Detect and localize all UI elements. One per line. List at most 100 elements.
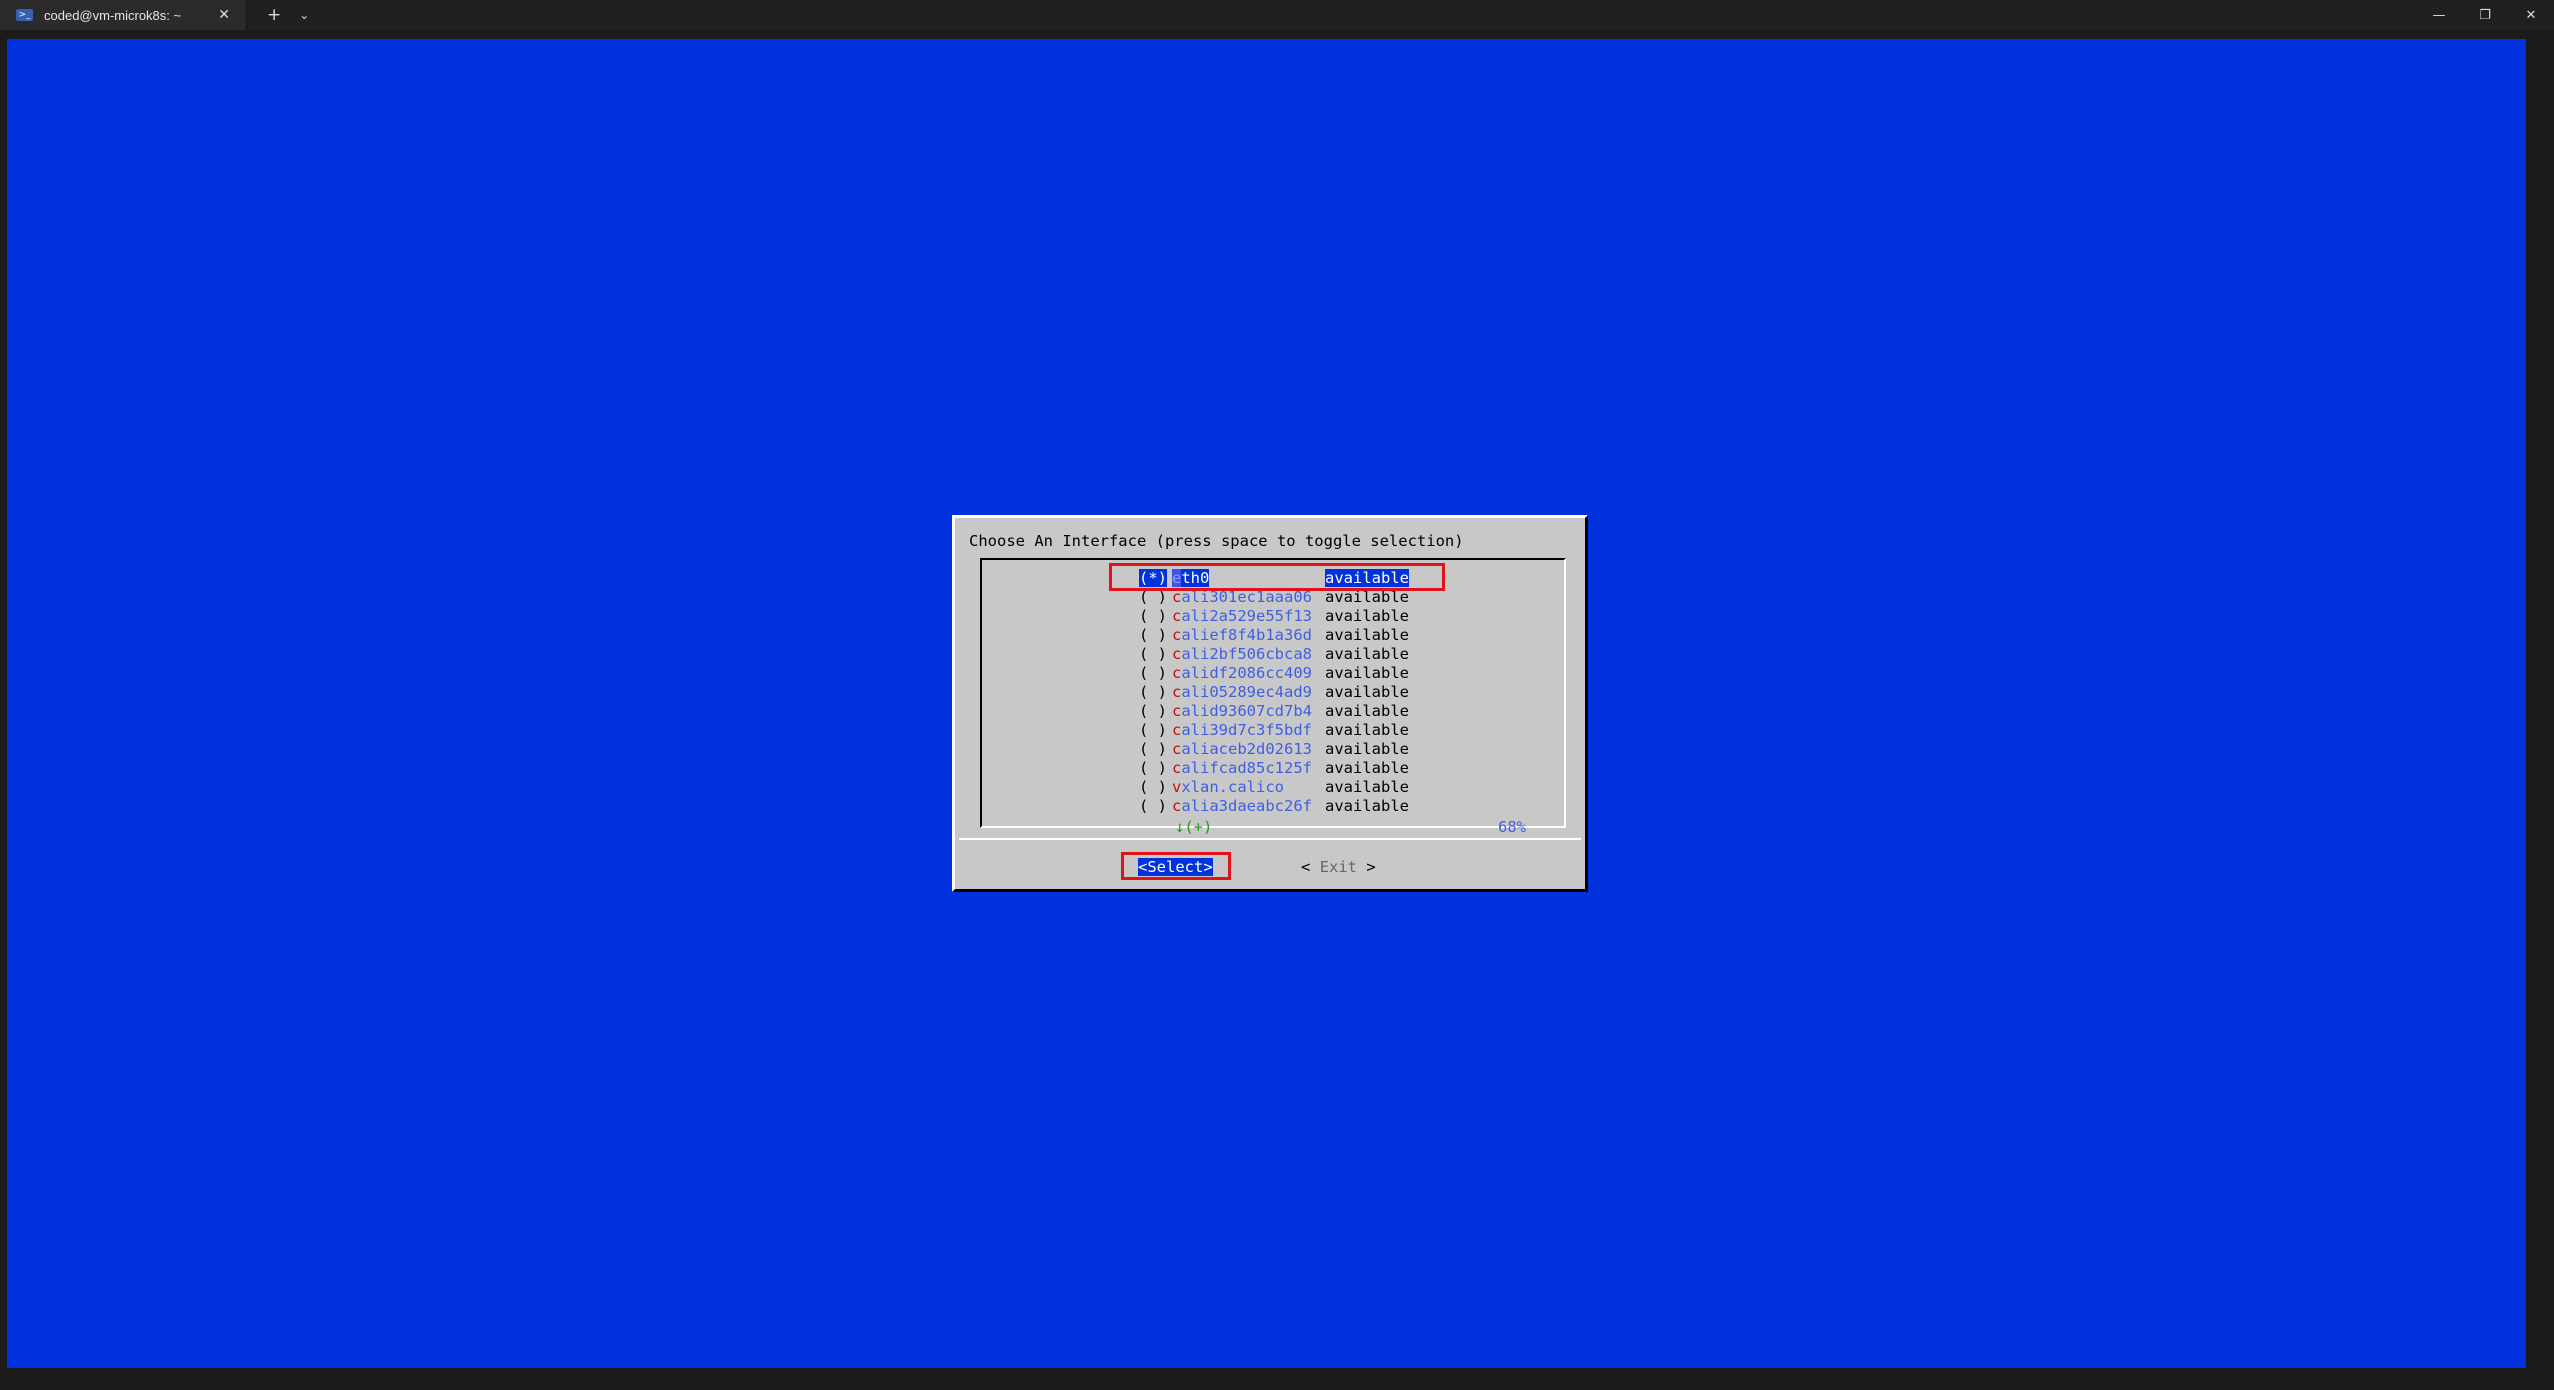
interface-row[interactable]: ( ) cali301ec1aaa06 available [982,588,1562,607]
interface-row[interactable]: ( ) caliaceb2d02613 available [982,740,1562,759]
interface-status: available [1325,645,1409,663]
hotkey-letter: c [1172,626,1182,644]
interface-row[interactable]: ( ) calief8f4b1a36d available [982,626,1562,645]
radio-button[interactable]: ( ) [1139,607,1167,625]
radio-button[interactable]: ( ) [1139,645,1167,663]
terminal-tab[interactable]: >_ coded@vm-microk8s: ~ ✕ [0,0,247,30]
interface-name-rest: ali301ec1aaa06 [1181,588,1312,606]
interface-row[interactable]: ( ) califcad85c125f available [982,759,1562,778]
interface-status: available [1325,569,1409,587]
hotkey-letter: c [1172,645,1182,663]
window-titlebar: >_ coded@vm-microk8s: ~ ✕ + ⌄ — ❐ ✕ [0,0,2554,30]
interface-status: available [1325,683,1409,701]
hotkey-letter: c [1172,607,1182,625]
interface-row[interactable]: ( ) cali2bf506cbca8 available [982,645,1562,664]
interface-name-rest: alia3daeabc26f [1181,797,1312,815]
hotkey-letter: e [1172,569,1182,587]
hotkey-letter: c [1172,759,1182,777]
radio-button[interactable]: ( ) [1139,683,1167,701]
radio-button[interactable]: ( ) [1139,740,1167,758]
interface-status: available [1325,702,1409,720]
radio-button[interactable]: ( ) [1139,778,1167,796]
tab-close-icon[interactable]: ✕ [218,7,230,23]
interface-row[interactable]: ( ) cali05289ec4ad9 available [982,683,1562,702]
interface-row[interactable]: ( ) cali2a529e55f13 available [982,607,1562,626]
interface-status: available [1325,740,1409,758]
interface-row[interactable]: ( ) calia3daeabc26f available [982,797,1562,816]
exit-button[interactable]: < Exit > [1301,858,1376,876]
hotkey-letter: c [1172,740,1182,758]
radio-button[interactable]: ( ) [1139,797,1167,815]
interface-name: calidf2086cc409 [1172,664,1312,682]
interface-status: available [1325,759,1409,777]
radio-button[interactable]: (*) [1139,569,1167,587]
terminal-icon: >_ [16,9,33,21]
minimize-icon[interactable]: — [2416,0,2462,30]
interface-row[interactable]: (*) eth0 available [982,569,1562,588]
interface-name: caliaceb2d02613 [1172,740,1312,758]
radio-button[interactable]: ( ) [1139,664,1167,682]
interface-dialog: Choose An Interface (press space to togg… [952,515,1588,892]
radio-button[interactable]: ( ) [1139,702,1167,720]
tab-title: coded@vm-microk8s: ~ [44,7,182,23]
hotkey-letter: c [1172,664,1182,682]
restore-icon[interactable]: ❐ [2462,0,2508,30]
hotkey-letter: c [1172,721,1182,739]
hotkey-letter: c [1172,702,1182,720]
interface-name-rest: ali39d7c3f5bdf [1181,721,1312,739]
interface-name: calia3daeabc26f [1172,797,1312,815]
interface-status: available [1325,664,1409,682]
interface-status: available [1325,626,1409,644]
new-tab-icon[interactable]: + [267,5,281,25]
interface-row[interactable]: ( ) calidf2086cc409 available [982,664,1562,683]
hotkey-letter: v [1172,778,1182,796]
select-button[interactable]: <Select> [1138,858,1213,876]
interface-name: calief8f4b1a36d [1172,626,1312,644]
interface-name: vxlan.calico [1172,778,1284,796]
interface-status: available [1325,588,1409,606]
interface-name: eth0 [1172,569,1210,587]
radio-button[interactable]: ( ) [1139,759,1167,777]
interface-name: cali301ec1aaa06 [1172,588,1312,606]
interface-name-rest: ali2bf506cbca8 [1181,645,1312,663]
interface-name-rest: xlan.calico [1181,778,1284,796]
hotkey-letter: c [1172,588,1182,606]
interface-name-rest: th0 [1181,569,1210,587]
interface-name-rest: alid93607cd7b4 [1181,702,1312,720]
interface-name: califcad85c125f [1172,759,1312,777]
interface-name: cali2a529e55f13 [1172,607,1312,625]
dialog-prompt: Choose An Interface (press space to togg… [969,532,1464,550]
exit-bracket-left: < [1301,858,1311,876]
interface-name-rest: ali2a529e55f13 [1181,607,1312,625]
scroll-percent: 68% [1498,818,1526,836]
dialog-buttons: <Select> < Exit > [955,852,1585,880]
interface-name-rest: aliaceb2d02613 [1181,740,1312,758]
interface-row[interactable]: ( ) calid93607cd7b4 available [982,702,1562,721]
interface-row[interactable]: ( ) cali39d7c3f5bdf available [982,721,1562,740]
dialog-separator [959,838,1581,840]
window-controls: — ❐ ✕ [2416,0,2554,30]
interface-name: cali2bf506cbca8 [1172,645,1312,663]
interface-name-rest: alief8f4b1a36d [1181,626,1312,644]
interface-name: calid93607cd7b4 [1172,702,1312,720]
interface-name: cali05289ec4ad9 [1172,683,1312,701]
terminal-area[interactable]: Choose An Interface (press space to togg… [7,39,2526,1368]
interface-list[interactable]: ( ) calia3daeabc26f available( ) vxlan.cali… [980,558,1566,836]
radio-button[interactable]: ( ) [1139,588,1167,606]
radio-button[interactable]: ( ) [1139,626,1167,644]
exit-button-label: Exit [1319,858,1358,876]
interface-name-rest: alifcad85c125f [1181,759,1312,777]
interface-name: cali39d7c3f5bdf [1172,721,1312,739]
more-indicator: ↓(+) [1175,818,1213,836]
radio-button[interactable]: ( ) [1139,721,1167,739]
exit-bracket-right: > [1366,858,1376,876]
interface-row[interactable]: ( ) vxlan.calico available [982,778,1562,797]
interface-status: available [1325,797,1409,815]
window-close-icon[interactable]: ✕ [2508,0,2554,30]
interface-status: available [1325,721,1409,739]
interface-status: available [1325,607,1409,625]
interface-status: available [1325,778,1409,796]
hotkey-letter: c [1172,683,1182,701]
chevron-down-icon[interactable]: ⌄ [299,8,309,22]
interface-name-rest: alidf2086cc409 [1181,664,1312,682]
